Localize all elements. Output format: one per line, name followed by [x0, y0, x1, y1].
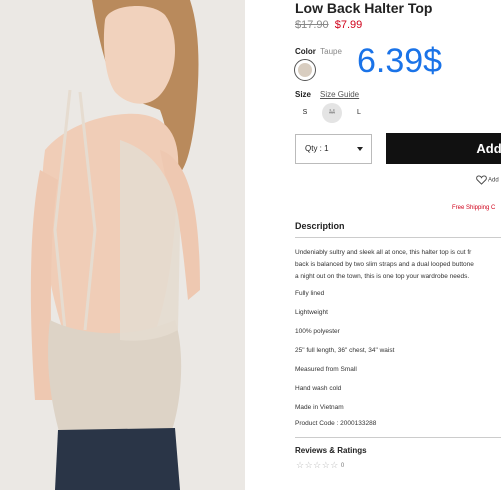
- chevron-down-icon: [357, 147, 363, 151]
- description-line: Undeniably sultry and sleek all at once,…: [295, 249, 472, 256]
- product-code: Product Code : 2000133288: [295, 420, 377, 427]
- feature-item: 100% polyester: [295, 328, 340, 335]
- divider: [295, 437, 501, 438]
- size-guide-link[interactable]: Size Guide: [320, 90, 359, 99]
- rating-stars: ☆☆☆☆☆ 0: [296, 460, 345, 471]
- feature-item: Fully lined: [295, 290, 325, 297]
- add-to-bag-button[interactable]: Add: [386, 133, 501, 164]
- description-line: back is balanced by two slim straps and …: [295, 261, 474, 268]
- size-option-l[interactable]: L: [349, 103, 369, 123]
- product-image: [0, 0, 245, 490]
- size-option-s[interactable]: S: [295, 103, 315, 123]
- original-price: $17.90: [295, 19, 329, 31]
- reviews-heading: Reviews & Ratings: [295, 446, 367, 455]
- heart-icon: [476, 175, 487, 185]
- color-label-text: Color: [295, 47, 316, 56]
- description-line: a night out on the town, this is one top…: [295, 273, 470, 280]
- wishlist-label: Add: [488, 177, 499, 184]
- feature-item: Lightweight: [295, 309, 328, 316]
- sale-price: $7.99: [334, 19, 363, 31]
- quantity-select[interactable]: Qty : 1: [295, 134, 372, 164]
- product-title: Low Back Halter Top: [295, 0, 433, 16]
- size-label: Size: [295, 90, 312, 99]
- feature-item: 25" full length, 36" chest, 34" waist: [295, 347, 395, 354]
- free-shipping-link[interactable]: Free Shipping C: [452, 205, 495, 211]
- price-row: $17.90 $7.99: [295, 19, 362, 31]
- color-label: Color Taupe: [295, 47, 342, 56]
- color-swatch-taupe[interactable]: [294, 59, 316, 81]
- feature-item: Made in Vietnam: [295, 404, 344, 411]
- description-heading: Description: [295, 221, 345, 231]
- star-icons: ☆☆☆☆☆: [296, 460, 339, 470]
- overlay-price: 6.39$: [357, 42, 443, 80]
- description-text: Undeniably sultry and sleek all at once,…: [295, 247, 501, 283]
- feature-item: Hand wash cold: [295, 385, 342, 392]
- divider: [295, 237, 501, 238]
- color-value: Taupe: [320, 47, 342, 56]
- feature-item: Measured from Small: [295, 366, 357, 373]
- review-count: 0: [340, 462, 345, 469]
- swatch-fill: [298, 63, 312, 77]
- size-option-m[interactable]: M: [322, 103, 342, 123]
- add-to-wishlist[interactable]: Add: [476, 175, 499, 185]
- quantity-value: Qty : 1: [305, 144, 329, 153]
